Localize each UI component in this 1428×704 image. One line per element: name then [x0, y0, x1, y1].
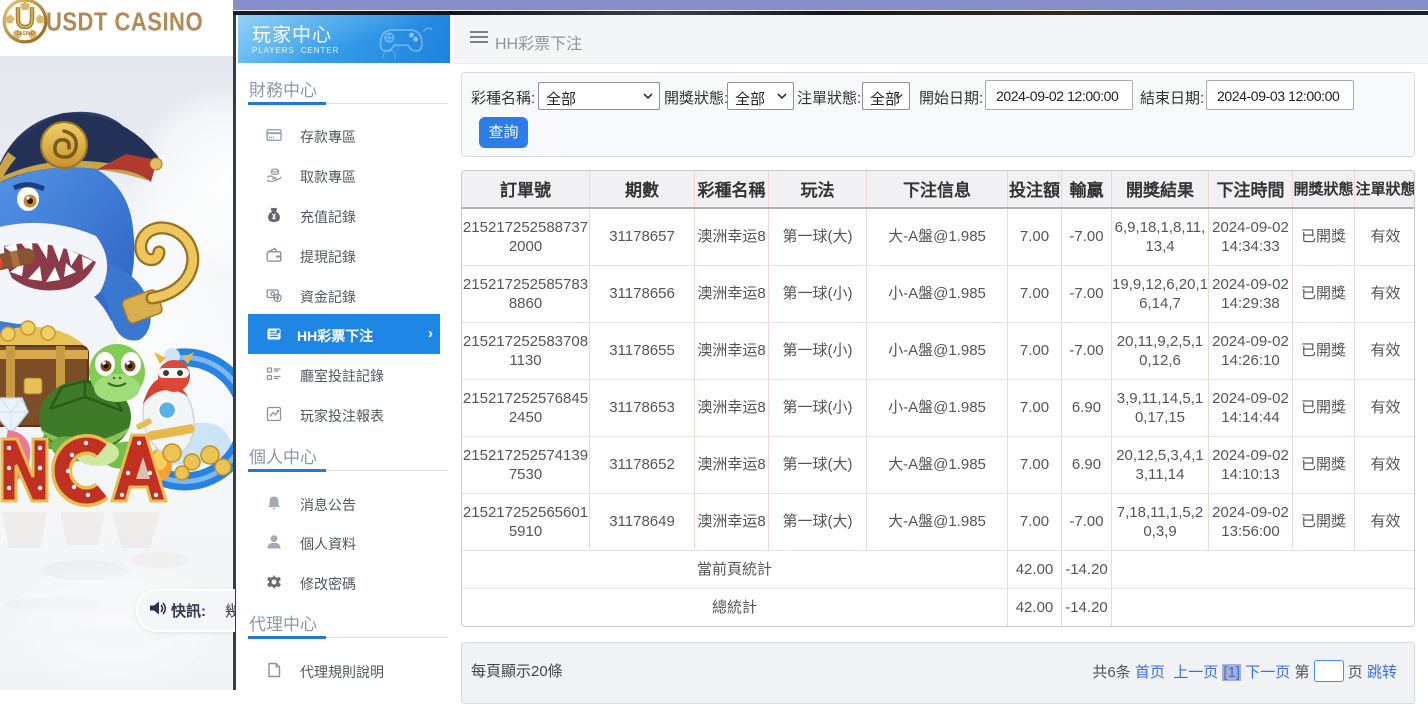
svg-text:CASINO: CASINO	[15, 31, 35, 37]
